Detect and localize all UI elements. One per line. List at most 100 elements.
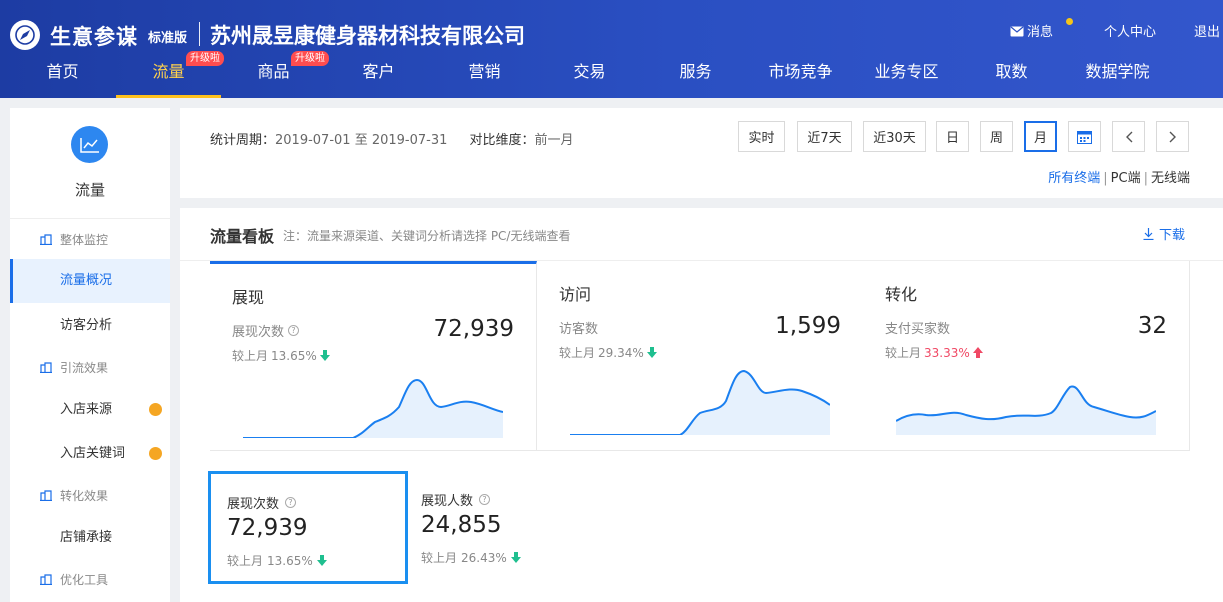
- building-icon: [40, 490, 52, 501]
- period-value: 2019-07-01 至 2019-07-31: [275, 133, 448, 148]
- sidebar-item-store-keyword[interactable]: 入店关键词: [10, 432, 170, 476]
- week-button[interactable]: 周: [980, 121, 1013, 152]
- card-value: 32: [1137, 313, 1167, 339]
- card-title: 转化: [885, 285, 918, 304]
- panel-note: 注：流量来源渠道、关键词分析请选择 PC/无线端查看: [283, 229, 571, 243]
- arrow-down-icon: [510, 552, 521, 563]
- filter-bar: 统计周期：2019-07-01 至 2019-07-31 对比维度：前一月 实时…: [180, 108, 1223, 198]
- card-label: 展现次数?: [232, 321, 300, 340]
- arrow-up-icon: [972, 347, 983, 358]
- group-optimize: 优化工具: [40, 571, 108, 588]
- brand-divider: [199, 22, 200, 46]
- day-button[interactable]: 日: [936, 121, 969, 152]
- last-7-days-button[interactable]: 近7天: [797, 121, 852, 152]
- group-conversion: 转化效果: [40, 487, 108, 504]
- metric-label: 展现次数?: [227, 493, 297, 512]
- sidebar-item-visitor-analysis[interactable]: 访客分析: [10, 304, 170, 348]
- calendar-button[interactable]: [1068, 121, 1101, 152]
- prev-button[interactable]: [1112, 121, 1145, 152]
- help-icon[interactable]: ?: [288, 325, 300, 336]
- nav-business[interactable]: 业务专区: [854, 56, 959, 98]
- building-icon: [40, 574, 52, 585]
- group-traffic-source: 引流效果: [40, 359, 108, 376]
- compare-value: 前一月: [534, 133, 574, 148]
- nav-fetch-data[interactable]: 取数: [959, 56, 1064, 98]
- sidebar-item-store-landing[interactable]: 店铺承接: [10, 516, 170, 560]
- mail-icon: [1010, 26, 1024, 37]
- sparkline-visit: [570, 369, 830, 435]
- sidebar-item-store-source[interactable]: 入店来源: [10, 388, 170, 432]
- nav-marketing[interactable]: 营销: [432, 56, 537, 98]
- message-dot: [1066, 18, 1073, 25]
- sidebar-title: 流量: [74, 181, 105, 199]
- upgrade-badge: 升级啦: [186, 51, 224, 66]
- metric-compare: 较上月 13.65%: [227, 552, 327, 569]
- card-conversion[interactable]: 转化 支付买家数 32 较上月 33.33%: [863, 261, 1190, 451]
- card-title: 访问: [559, 285, 592, 304]
- group-overall: 整体监控: [40, 231, 108, 248]
- download-icon: [1143, 227, 1154, 240]
- next-button[interactable]: [1156, 121, 1189, 152]
- logout-link[interactable]: 退出: [1194, 21, 1220, 40]
- card-value: 72,939: [433, 316, 514, 342]
- traffic-dashboard: 流量看板 注：流量来源渠道、关键词分析请选择 PC/无线端查看 下载 展现 展现…: [180, 208, 1223, 602]
- nav-market[interactable]: 市场竞争: [748, 56, 853, 98]
- panel-title: 流量看板: [210, 227, 275, 246]
- calendar-icon: [1077, 130, 1092, 144]
- arrow-down-icon: [316, 555, 327, 566]
- nav-academy[interactable]: 数据学院: [1065, 56, 1170, 98]
- edition-label: 标准版: [148, 31, 188, 46]
- terminal-all[interactable]: 所有终端: [1048, 171, 1100, 186]
- download-button[interactable]: 下载: [1143, 224, 1185, 243]
- building-icon: [40, 234, 52, 245]
- nav-product[interactable]: 商品 升级啦: [221, 51, 329, 98]
- card-compare: 较上月 33.33%: [885, 344, 983, 361]
- card-compare: 较上月 29.34%: [559, 344, 657, 361]
- help-icon[interactable]: ?: [285, 497, 297, 508]
- line-chart-icon: [71, 126, 108, 163]
- card-title: 展现: [232, 288, 265, 307]
- card-visit[interactable]: 访问 访客数 1,599 较上月 29.34%: [537, 261, 864, 451]
- company-name: 苏州晟昱康健身器材科技有限公司: [210, 24, 525, 48]
- card-compare: 较上月 13.65%: [232, 347, 330, 364]
- building-icon: [40, 362, 52, 373]
- card-value: 1,599: [775, 313, 841, 339]
- terminal-wireless[interactable]: 无线端: [1151, 171, 1190, 186]
- period-info: 统计周期：2019-07-01 至 2019-07-31 对比维度：前一月: [210, 133, 574, 148]
- upgrade-badge: 升级啦: [291, 51, 329, 66]
- arrow-down-icon: [646, 347, 657, 358]
- metric-impression-users[interactable]: 展现人数? 24,855 较上月 26.43%: [405, 471, 605, 584]
- metric-label: 展现人数?: [421, 490, 491, 509]
- arrow-down-icon: [319, 350, 330, 361]
- main-nav: 首页 流量 升级啦 商品 升级啦 客户 营销 交易 服务 市场竞争 业务专区 取数 …: [10, 51, 1223, 98]
- metric-value: 72,939: [227, 515, 308, 541]
- metric-impression-count[interactable]: 展现次数? 72,939 较上月 13.65%: [208, 471, 408, 584]
- top-header: 生意参谋 标准版 苏州晟昱康健身器材科技有限公司 消息 个人中心 退出 首页 流…: [0, 0, 1223, 98]
- last-30-days-button[interactable]: 近30天: [863, 121, 926, 152]
- metric-value: 24,855: [421, 512, 502, 538]
- month-button[interactable]: 月: [1024, 121, 1057, 152]
- compass-logo-icon[interactable]: [10, 20, 40, 50]
- terminal-switch: 所有终端 | PC端 | 无线端: [1048, 171, 1190, 186]
- nav-home[interactable]: 首页: [10, 56, 115, 98]
- sparkline-conversion: [896, 385, 1156, 435]
- sidebar-item-overview[interactable]: 流量概况: [10, 259, 170, 303]
- help-icon[interactable]: ?: [479, 494, 491, 505]
- card-impression[interactable]: 展现 展现次数? 72,939 较上月 13.65%: [210, 261, 537, 451]
- nav-customer[interactable]: 客户: [326, 56, 431, 98]
- chevron-left-icon: [1125, 131, 1132, 142]
- nav-traffic[interactable]: 流量 升级啦: [116, 51, 224, 98]
- personal-center-link[interactable]: 个人中心: [1104, 21, 1156, 40]
- message-label: 消息: [1026, 25, 1053, 40]
- card-label: 访客数: [559, 322, 599, 337]
- message-link[interactable]: 消息: [1010, 21, 1053, 40]
- new-dot: [149, 447, 162, 460]
- brand-name[interactable]: 生意参谋: [50, 21, 138, 51]
- terminal-pc[interactable]: PC端: [1111, 171, 1141, 186]
- realtime-button[interactable]: 实时: [738, 121, 785, 152]
- nav-trade[interactable]: 交易: [537, 56, 642, 98]
- metric-compare: 较上月 26.43%: [421, 549, 521, 566]
- sidebar-divider: [10, 218, 170, 219]
- chevron-right-icon: [1169, 131, 1176, 142]
- nav-service[interactable]: 服务: [643, 56, 748, 98]
